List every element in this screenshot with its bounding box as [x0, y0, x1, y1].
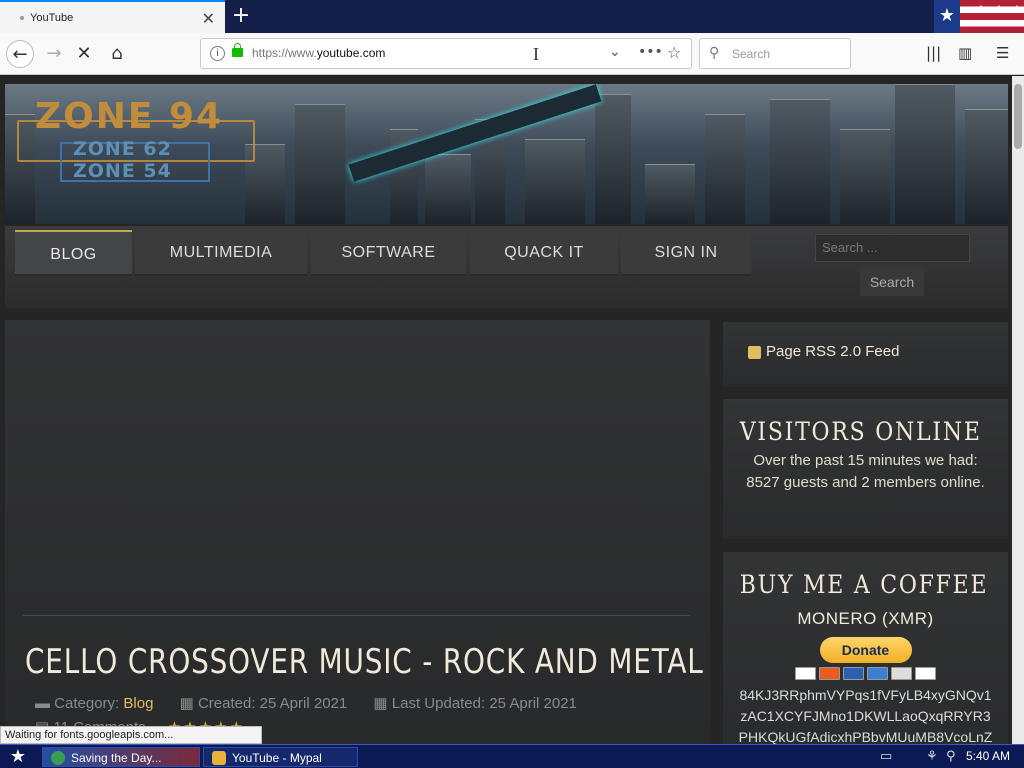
- folder-icon: ▬: [35, 695, 50, 712]
- navigation-toolbar: ← → ✕ ⌂ i https://www.youtube.com I ⌄ ••…: [0, 33, 1024, 75]
- network-icon[interactable]: ⚘: [926, 749, 938, 764]
- library-icon[interactable]: |||: [926, 44, 941, 62]
- tab-loading-icon: [20, 15, 24, 20]
- taskbar-item-2[interactable]: YouTube - Mypal: [203, 747, 358, 767]
- star-icon: ★: [934, 0, 960, 33]
- coin-label: MONERO (XMR): [797, 609, 934, 628]
- url-bar[interactable]: i https://www.youtube.com I ⌄ ••• ☆: [200, 38, 692, 69]
- visitors-text: Over the past 15 minutes we had: 8527 gu…: [746, 452, 985, 491]
- rss-link[interactable]: Page RSS 2.0 Feed: [766, 343, 899, 360]
- header-banner: ZONE 94 ZONE 62 ZONE 54: [5, 84, 1008, 224]
- taskbar: ★ Saving the Day... YouTube - Mypal ▭ ⚘ …: [0, 744, 1024, 768]
- taskbar-item-2-label: YouTube - Mypal: [232, 751, 322, 765]
- menu-quack-it[interactable]: QUACK IT: [470, 230, 618, 276]
- window-restore-icon[interactable]: ⬥: [992, 2, 1006, 16]
- payment-cards-icon: [723, 667, 1008, 680]
- info-icon[interactable]: i: [210, 46, 225, 61]
- category-link[interactable]: Blog: [123, 695, 153, 712]
- menu-software[interactable]: SOFTWARE: [311, 230, 466, 276]
- forward-button[interactable]: →: [40, 40, 68, 68]
- system-tray: ▭ ⚘ ⚲ 5:40 AM: [874, 746, 1024, 768]
- coffee-module: BUY ME A COFFEE MONERO (XMR) Donate 84KJ…: [723, 552, 1008, 744]
- search-bar[interactable]: ⚲ Search: [699, 38, 851, 69]
- menu-icon[interactable]: ☰: [996, 44, 1009, 62]
- window-close-icon[interactable]: ⬥: [1010, 2, 1024, 16]
- menu-sign-in[interactable]: SIGN IN: [621, 230, 751, 276]
- article-meta: ▬ Category: Blog ▦ Created: 25 April 202…: [35, 694, 599, 712]
- scrollbar-thumb[interactable]: [1014, 84, 1022, 149]
- tab-youtube[interactable]: YouTube ✕: [0, 0, 225, 33]
- window-minimize-icon[interactable]: ⬥: [974, 2, 988, 16]
- search-icon[interactable]: ⚲: [946, 749, 956, 764]
- chevron-down-icon[interactable]: ⌄: [609, 44, 621, 60]
- updated-date: Last Updated: 25 April 2021: [391, 695, 577, 712]
- page-content: ZONE 94 ZONE 62 ZONE 54 BLOG MULTIMEDIA …: [0, 76, 1012, 744]
- new-tab-button[interactable]: +: [230, 3, 252, 29]
- taskbar-item-1[interactable]: Saving the Day...: [42, 747, 200, 767]
- url-text[interactable]: https://www.youtube.com: [252, 46, 385, 60]
- visitors-heading: VISITORS ONLINE: [739, 417, 982, 446]
- rss-icon: [748, 346, 761, 359]
- site-search-button[interactable]: Search: [860, 268, 924, 296]
- article-panel: CELLO CROSSOVER MUSIC - ROCK AND METAL ▬…: [5, 320, 710, 744]
- sidebar-icon[interactable]: ▥: [958, 44, 972, 62]
- visitors-module: VISITORS ONLINE Over the past 15 minutes…: [723, 399, 1008, 539]
- article-title[interactable]: CELLO CROSSOVER MUSIC - ROCK AND METAL: [25, 642, 704, 682]
- menu-multimedia[interactable]: MULTIMEDIA: [135, 230, 307, 276]
- logo-sub-line-2: ZONE 54: [73, 160, 172, 182]
- tab-title: YouTube: [30, 11, 74, 24]
- divider: [23, 615, 690, 616]
- search-icon: ⚲: [709, 45, 720, 61]
- app-icon: [51, 751, 65, 765]
- url-prefix: https://www.: [252, 46, 317, 60]
- calendar-icon: ▦: [373, 695, 388, 712]
- category-meta: ▬ Category: Blog: [35, 695, 158, 712]
- keyboard-icon[interactable]: ▭: [880, 749, 892, 764]
- updated-meta: ▦ Last Updated: 25 April 2021: [373, 695, 577, 712]
- site-logo[interactable]: ZONE 94: [35, 96, 223, 137]
- coffee-heading: BUY ME A COFFEE: [739, 570, 989, 599]
- rss-module: Page RSS 2.0 Feed: [723, 322, 1008, 387]
- stop-button[interactable]: ✕: [70, 40, 98, 68]
- logo-sub-line-1: ZONE 62: [73, 138, 172, 160]
- bookmark-star-icon[interactable]: ☆: [667, 43, 681, 62]
- tab-strip: YouTube ✕ + ★ ⬥ ⬥ ⬥: [0, 0, 1024, 33]
- site-logo-sub: ZONE 62 ZONE 54: [73, 138, 172, 182]
- home-icon[interactable]: ⌂: [103, 40, 131, 68]
- browser-icon: [212, 751, 226, 765]
- back-button[interactable]: ←: [6, 40, 34, 68]
- page-scrollbar[interactable]: [1012, 76, 1024, 744]
- taskbar-item-1-label: Saving the Day...: [71, 751, 162, 765]
- tab-close-button[interactable]: ✕: [202, 9, 215, 28]
- site-search-input[interactable]: Search ...: [815, 234, 970, 262]
- page-actions-icon[interactable]: •••: [638, 44, 663, 60]
- calendar-icon: ▦: [179, 695, 194, 712]
- start-button[interactable]: ★: [4, 746, 32, 768]
- flag-decoration: ★ ⬥ ⬥ ⬥: [934, 0, 1024, 33]
- clock[interactable]: 5:40 AM: [966, 749, 1010, 763]
- url-domain: youtube.com: [316, 46, 386, 60]
- menu-blog[interactable]: BLOG: [15, 230, 132, 276]
- wallet-address: 84KJ3RRphmVYPqs1fVFyLB4xyGNQv1zAC1XCYFJM…: [738, 687, 993, 744]
- site-menu: BLOG MULTIMEDIA SOFTWARE QUACK IT SIGN I…: [5, 226, 1008, 308]
- created-date: Created: 25 April 2021: [197, 695, 348, 712]
- category-label: Category:: [54, 695, 120, 712]
- status-bar: Waiting for fonts.googleapis.com...: [0, 726, 262, 744]
- created-meta: ▦ Created: 25 April 2021: [180, 695, 352, 712]
- donate-button[interactable]: Donate: [819, 637, 912, 663]
- lock-icon[interactable]: [232, 43, 243, 57]
- search-placeholder: Search: [732, 47, 771, 61]
- text-cursor-icon: I: [533, 44, 539, 64]
